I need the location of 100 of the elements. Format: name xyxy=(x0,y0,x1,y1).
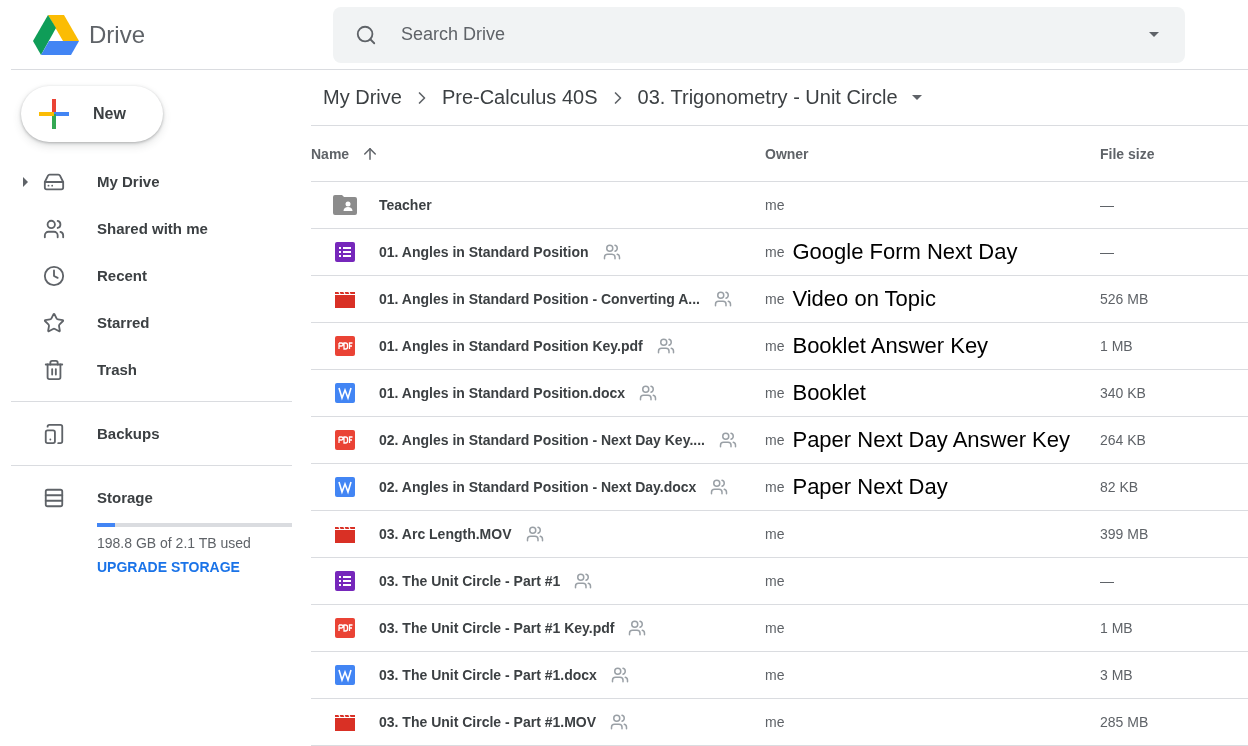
file-size: 399 MB xyxy=(1100,526,1150,542)
expand-caret-icon[interactable] xyxy=(23,176,28,187)
file-size: 526 MB xyxy=(1100,291,1150,307)
owner-text: me xyxy=(765,244,785,260)
pdf-icon xyxy=(335,618,355,638)
sidebar-label: Shared with me xyxy=(97,220,208,237)
clock-icon xyxy=(43,264,65,287)
file-size: 82 KB xyxy=(1100,479,1140,495)
file-row[interactable]: 01. Angles in Standard Position Key.pdf me Booklet Answer Key 1 MB xyxy=(311,323,1248,370)
search-bar[interactable]: Search Drive xyxy=(333,6,1185,63)
breadcrumb-item[interactable]: My Drive xyxy=(323,86,402,110)
file-row[interactable]: 01. Angles in Standard Position me Google Form Next Day — xyxy=(311,229,1248,276)
sidebar-label: Recent xyxy=(97,267,148,284)
owner-text: me xyxy=(765,526,785,542)
sidebar-item[interactable]: My Drive xyxy=(11,158,292,205)
sidebar-item[interactable]: Shared with me xyxy=(11,205,292,252)
new-button[interactable]: New xyxy=(21,86,163,142)
search-icon xyxy=(355,23,377,46)
file-row[interactable]: Teacher me — xyxy=(311,182,1248,229)
file-row[interactable]: 03. The Unit Circle - Part #1 me — xyxy=(311,558,1248,605)
sidebar-label: Starred xyxy=(97,314,150,331)
file-name: 03. The Unit Circle - Part #1.MOV xyxy=(379,714,597,730)
file-row[interactable]: 02. Angles in Standard Position - Next Day.docx me Paper Next Day 82 KB xyxy=(311,464,1248,511)
file-row[interactable]: 03. The Unit Circle - Part #1.docx me 3 MB xyxy=(311,652,1248,699)
file-size: — xyxy=(1100,573,1115,589)
sidebar-item[interactable]: Trash xyxy=(11,346,292,393)
owner-text: me xyxy=(765,714,785,730)
file-size: 1 MB xyxy=(1100,620,1134,636)
film-clapper-icon xyxy=(335,290,355,308)
owner-text: me xyxy=(765,479,785,495)
sidebar-item[interactable]: Recent xyxy=(11,252,292,299)
sidebar-label: Backups xyxy=(97,425,160,442)
app-name: Drive xyxy=(89,20,145,49)
annotation-text: Paper Next Day xyxy=(792,474,948,500)
column-header[interactable]: Name xyxy=(311,145,350,162)
file-name: 02. Angles in Standard Position - Next Day Key.... xyxy=(379,432,705,448)
people-icon xyxy=(43,217,65,240)
annotation-text: Google Form Next Day xyxy=(792,239,1018,265)
owner-text: me xyxy=(765,620,785,636)
file-row[interactable]: 03. The Unit Circle - Part #1.MOV me 285 MB xyxy=(311,699,1248,746)
file-row[interactable]: 03. The Unit Circle - Part #1 Key.pdf me 1 MB xyxy=(311,605,1248,652)
annotation-text: Booklet Answer Key xyxy=(792,333,989,359)
file-row[interactable]: 01. Angles in Standard Position - Converting A... me Video on Topic 526 MB xyxy=(311,276,1248,323)
shared-folder-icon xyxy=(333,195,357,215)
file-name: 03. The Unit Circle - Part #1.docx xyxy=(379,667,597,683)
file-name: 03. The Unit Circle - Part #1 Key.pdf xyxy=(379,620,615,636)
file-name: 03. The Unit Circle - Part #1 xyxy=(379,573,561,589)
owner-text: me xyxy=(765,667,785,683)
file-name: 01. Angles in Standard Position - Converting A... xyxy=(379,291,700,307)
search-field[interactable]: Search Drive xyxy=(399,23,1123,46)
sidebar-label: Trash xyxy=(97,361,138,378)
file-name: 01. Angles in Standard Position xyxy=(379,244,589,260)
film-clapper-icon xyxy=(335,713,355,731)
form-icon xyxy=(335,571,355,591)
plus-icon xyxy=(39,99,69,129)
document-icon xyxy=(335,665,355,685)
column-header[interactable]: File size xyxy=(1100,145,1155,162)
file-size: 285 MB xyxy=(1100,714,1150,730)
owner-text: me xyxy=(765,573,785,589)
storage-usage: 198.8 GB of 2.1 TB used xyxy=(97,535,252,551)
file-size: 1 MB xyxy=(1100,338,1134,354)
file-size: — xyxy=(1100,197,1115,213)
file-row[interactable]: 01. Angles in Standard Position.docx me Booklet 340 KB xyxy=(311,370,1248,417)
owner-text: me xyxy=(765,197,785,213)
annotation-text: Booklet xyxy=(792,380,866,406)
pdf-icon xyxy=(335,430,355,450)
file-name: 02. Angles in Standard Position - Next Day.docx xyxy=(379,479,697,495)
file-name: 01. Angles in Standard Position.docx xyxy=(379,385,626,401)
file-size: — xyxy=(1100,244,1115,260)
breadcrumb-item[interactable]: 03. Trigonometry - Unit Circle xyxy=(637,86,898,110)
file-name: Teacher xyxy=(379,197,432,213)
drive-logo xyxy=(33,14,79,55)
file-size: 340 KB xyxy=(1100,385,1147,401)
document-icon xyxy=(335,383,355,403)
trash-icon xyxy=(43,358,65,381)
file-name: 03. Arc Length.MOV xyxy=(379,526,512,542)
file-name: 01. Angles in Standard Position Key.pdf xyxy=(379,338,643,354)
pdf-icon xyxy=(335,336,355,356)
owner-text: me xyxy=(765,338,785,354)
annotation-text: Paper Next Day Answer Key xyxy=(792,427,1071,453)
owner-text: me xyxy=(765,432,785,448)
dropdown-caret-icon[interactable] xyxy=(911,95,922,101)
breadcrumb-item[interactable]: Pre-Calculus 40S xyxy=(441,86,598,110)
owner-text: me xyxy=(765,291,785,307)
sidebar-item[interactable]: Starred xyxy=(11,299,292,346)
upgrade-storage-link[interactable]: UPGRADE STORAGE xyxy=(97,559,292,575)
film-clapper-icon xyxy=(335,525,355,543)
file-size: 3 MB xyxy=(1100,667,1134,683)
file-size: 264 KB xyxy=(1100,432,1147,448)
star-icon xyxy=(43,311,65,334)
sidebar-item[interactable]: Storage xyxy=(11,474,292,521)
owner-text: me xyxy=(765,385,785,401)
sidebar-label: Storage xyxy=(97,489,153,506)
file-row[interactable]: 02. Angles in Standard Position - Next Day Key.... me Paper Next Day Answer Key 264 KB xyxy=(311,417,1248,464)
storage-icon xyxy=(43,486,65,509)
document-icon xyxy=(335,477,355,497)
column-header[interactable]: Owner xyxy=(765,145,809,162)
file-row[interactable]: 03. Arc Length.MOV me 399 MB xyxy=(311,511,1248,558)
sidebar-item[interactable]: Backups xyxy=(11,410,292,457)
dropdown-caret-icon[interactable] xyxy=(1149,32,1159,37)
